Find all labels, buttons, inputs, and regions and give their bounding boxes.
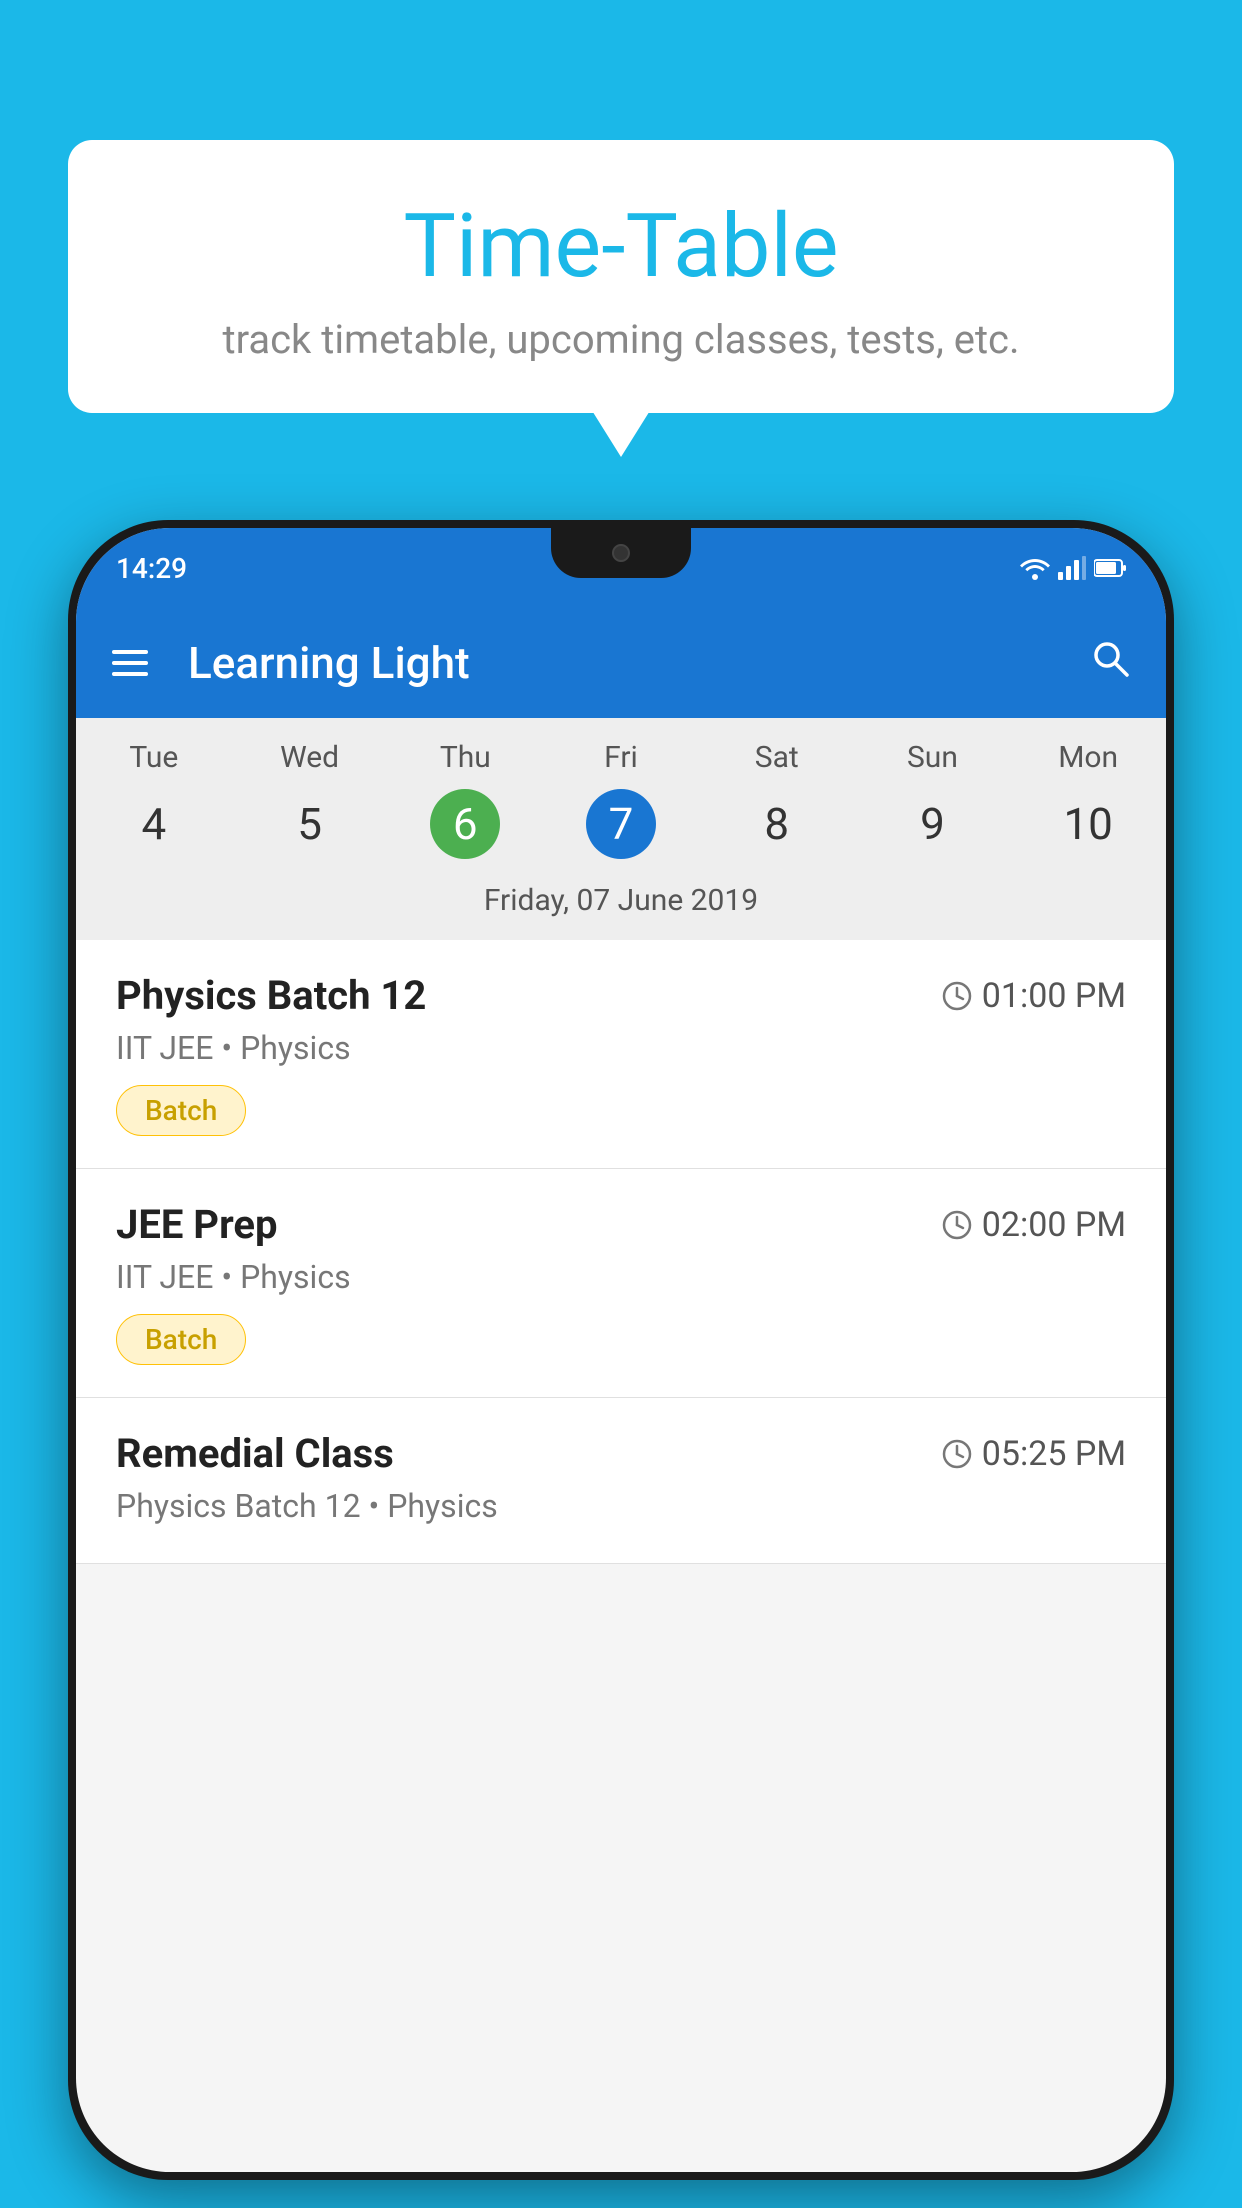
speech-bubble-container: Time-Table track timetable, upcoming cla… bbox=[68, 140, 1174, 413]
status-icons bbox=[1020, 556, 1126, 580]
search-button[interactable] bbox=[1090, 638, 1130, 688]
calendar-day-10[interactable]: Mon10 bbox=[1010, 740, 1166, 859]
battery-icon bbox=[1094, 558, 1126, 578]
item-title: JEE Prep bbox=[116, 1201, 277, 1248]
phone-inner: 14:29 bbox=[76, 528, 1166, 2172]
calendar-day-6[interactable]: Thu6 bbox=[387, 740, 543, 859]
clock-icon bbox=[942, 1439, 972, 1469]
batch-tag: Batch bbox=[116, 1085, 246, 1136]
wifi-icon bbox=[1020, 556, 1050, 580]
clock-icon bbox=[942, 1210, 972, 1240]
clock-icon bbox=[942, 981, 972, 1011]
calendar-day-9[interactable]: Sun9 bbox=[855, 740, 1011, 859]
item-subtitle: Physics Batch 12 • Physics bbox=[116, 1487, 1126, 1525]
calendar-day-5[interactable]: Wed5 bbox=[232, 740, 388, 859]
item-title: Remedial Class bbox=[116, 1430, 394, 1477]
calendar-day-7[interactable]: Fri7 bbox=[543, 740, 699, 859]
hamburger-button[interactable] bbox=[112, 650, 148, 676]
notch-camera bbox=[612, 544, 630, 562]
item-subtitle: IIT JEE • Physics bbox=[116, 1029, 1126, 1067]
item-subtitle: IIT JEE • Physics bbox=[116, 1258, 1126, 1296]
phone-frame: 14:29 bbox=[68, 520, 1174, 2180]
bubble-title: Time-Table bbox=[108, 195, 1134, 298]
calendar-day-8[interactable]: Sat8 bbox=[699, 740, 855, 859]
schedule-list: Physics Batch 1201:00 PMIIT JEE • Physic… bbox=[76, 940, 1166, 1564]
calendar-strip: Tue4Wed5Thu6Fri7Sat8Sun9Mon10 Friday, 07… bbox=[76, 718, 1166, 940]
notch bbox=[551, 528, 691, 578]
days-header: Tue4Wed5Thu6Fri7Sat8Sun9Mon10 bbox=[76, 718, 1166, 869]
batch-tag: Batch bbox=[116, 1314, 246, 1365]
selected-date-label: Friday, 07 June 2019 bbox=[76, 869, 1166, 940]
schedule-item[interactable]: JEE Prep02:00 PMIIT JEE • PhysicsBatch bbox=[76, 1169, 1166, 1398]
status-time: 14:29 bbox=[116, 552, 187, 585]
item-title: Physics Batch 12 bbox=[116, 972, 426, 1019]
bubble-subtitle: track timetable, upcoming classes, tests… bbox=[108, 316, 1134, 363]
schedule-item[interactable]: Physics Batch 1201:00 PMIIT JEE • Physic… bbox=[76, 940, 1166, 1169]
speech-bubble: Time-Table track timetable, upcoming cla… bbox=[68, 140, 1174, 413]
schedule-item[interactable]: Remedial Class05:25 PMPhysics Batch 12 •… bbox=[76, 1398, 1166, 1564]
app-bar: Learning Light bbox=[76, 608, 1166, 718]
signal-icon bbox=[1058, 556, 1086, 580]
calendar-day-4[interactable]: Tue4 bbox=[76, 740, 232, 859]
status-bar: 14:29 bbox=[76, 528, 1166, 608]
app-title: Learning Light bbox=[178, 637, 1060, 689]
